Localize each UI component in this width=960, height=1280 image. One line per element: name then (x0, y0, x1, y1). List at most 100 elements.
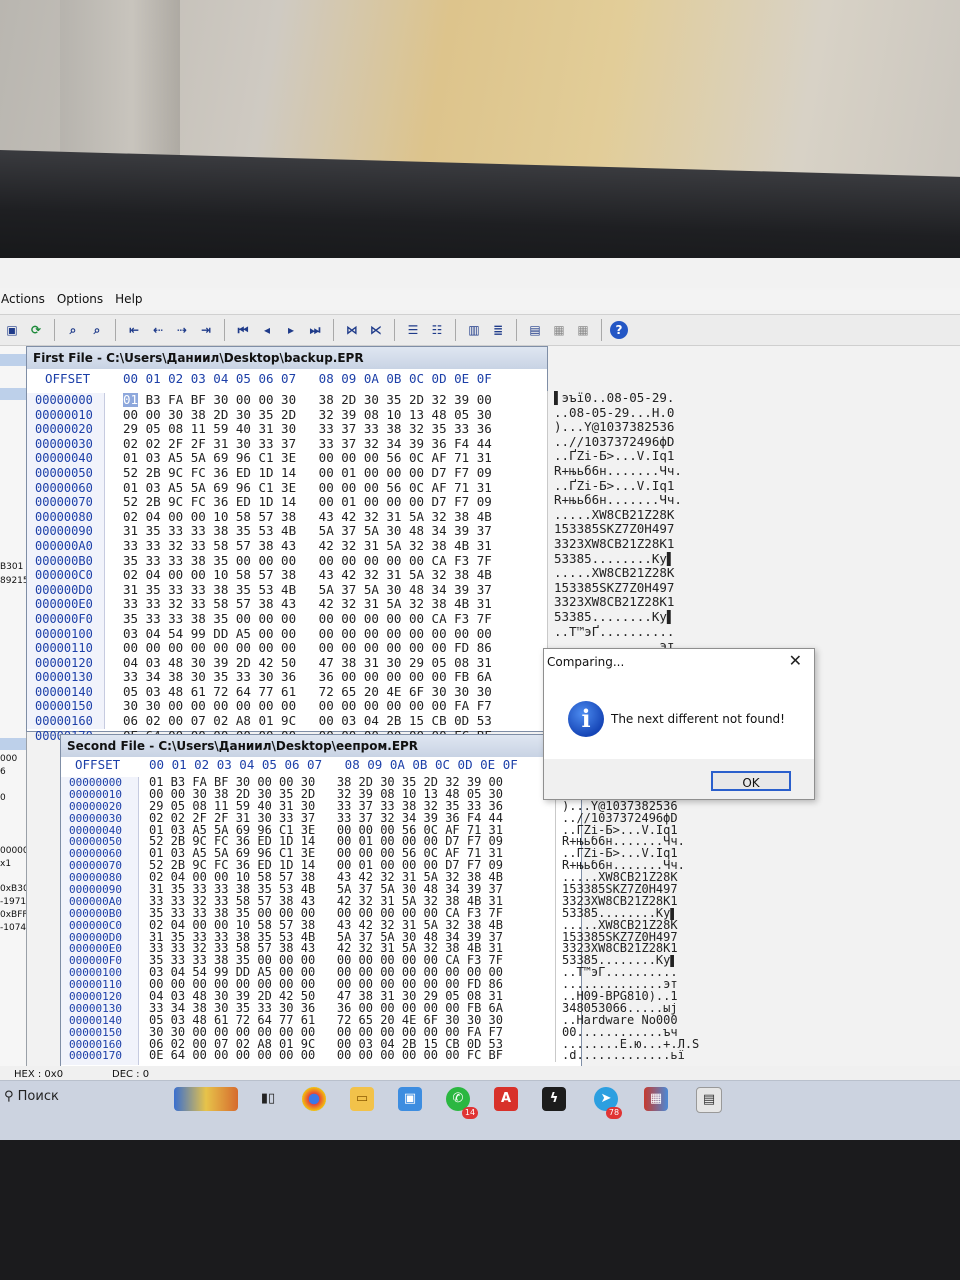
ok-button[interactable]: OK (711, 771, 791, 791)
hex-row: 02 04 00 00 10 58 57 38 43 42 32 31 5A 3… (123, 509, 492, 524)
winrar-icon[interactable]: ▦ (644, 1087, 668, 1111)
offset-cell: 00000130 (69, 1002, 122, 1015)
offset-cell: 00000090 (69, 884, 122, 896)
close-icon[interactable]: ✕ (789, 651, 802, 670)
ascii-row: 53385........Kу▌ (554, 609, 675, 624)
info-value: 0 (0, 793, 6, 803)
file-explorer-icon[interactable]: ▭ (350, 1087, 374, 1111)
refresh-icon[interactable]: ⟳ (26, 320, 46, 340)
menu-help[interactable]: Help (114, 292, 143, 306)
offset-column: 00000000 00000010 00000020 00000030 00000040… (61, 777, 139, 1065)
sync-icon[interactable]: ⋈ (342, 320, 362, 340)
ascii-row: R+њьб6н.......Чч. (554, 493, 682, 508)
info-value: -19711 (0, 897, 26, 907)
help-icon[interactable]: ? (610, 321, 628, 339)
hex-row: 31 35 33 33 38 35 53 4B 5A 37 5A 30 48 3… (149, 884, 504, 896)
column-header: 00 01 02 03 04 05 06 07 08 09 0A 0B 0C 0… (123, 371, 492, 386)
hex-row: 33 33 32 33 58 57 38 43 42 32 31 5A 32 3… (149, 943, 504, 956)
store-icon[interactable]: ▣ (398, 1087, 422, 1111)
hex-column[interactable]: 01 B3 FA BF 30 00 00 30 38 2D 30 35 2D 3… (149, 777, 503, 1062)
pdf-reader-icon[interactable]: A (494, 1087, 518, 1111)
hex-row: 04 03 48 30 39 2D 42 50 47 38 31 30 29 0… (149, 991, 504, 1003)
go-next-icon[interactable]: ▸ (281, 320, 301, 340)
widgets-icon[interactable] (174, 1087, 238, 1111)
offset-cell: 000000E0 (69, 943, 122, 956)
columns-icon[interactable]: ▥ (464, 320, 484, 340)
hex-column[interactable]: 01 B3 FA BF 30 00 00 30 38 2D 30 35 2D 3… (123, 393, 492, 743)
go-prev-icon[interactable]: ◂ (257, 320, 277, 340)
first-diff-icon[interactable]: ⇤ (124, 320, 144, 340)
find-icon[interactable]: ⌕ (63, 320, 83, 340)
chrome-icon[interactable] (302, 1087, 326, 1111)
offset-cell: 000000F0 (69, 955, 122, 968)
next-diff-icon[interactable]: ⇢ (172, 320, 192, 340)
hex-row: 00 00 00 00 00 00 00 00 00 00 00 00 00 0… (123, 641, 492, 656)
hex-row: 29 05 08 11 59 40 31 30 33 37 33 38 32 3… (123, 422, 492, 437)
find-next-icon[interactable]: ⌕ (87, 320, 107, 340)
go-start-icon[interactable]: ⏮ (233, 320, 253, 340)
menu-bar: Actions Options Help (0, 288, 960, 310)
hex-row: 02 04 00 00 10 58 57 38 43 42 32 31 5A 3… (149, 872, 504, 885)
info-value: 89215 (0, 576, 26, 586)
report-icon[interactable]: ▤ (525, 320, 545, 340)
hex-row: 31 35 33 33 38 35 53 4B 5A 37 5A 30 48 3… (149, 931, 504, 944)
print-preview-icon[interactable]: ▦ (573, 320, 593, 340)
ascii-row: .....XW8CB21Z28K (562, 919, 678, 932)
hex-row: 03 04 54 99 DD A5 00 00 00 00 00 00 00 0… (123, 626, 492, 641)
open-icon[interactable]: ▣ (2, 320, 22, 340)
comparing-dialog: Comparing... ✕ i The next different not … (543, 648, 815, 800)
offset-cell: 00000080 (69, 872, 122, 885)
hex-row: 01 B3 FA BF 30 00 00 30 38 2D 30 35 2D 3… (123, 393, 492, 407)
list-icon[interactable]: ≣ (488, 320, 508, 340)
ascii-row: ..ҐZi-Б>...V.Iq1 (562, 848, 678, 861)
unsync-icon[interactable]: ⋉ (366, 320, 386, 340)
hex-row: 33 34 38 30 35 33 30 36 36 00 00 00 00 0… (149, 1002, 504, 1015)
ascii-row: ..08-05-29...H.0 (554, 405, 675, 420)
go-end-icon[interactable]: ⏭ (305, 320, 325, 340)
second-file-title: Second File - C:\Users\Даниил\Desktop\ее… (61, 735, 581, 757)
offset-cell: 00000140 (69, 1014, 122, 1027)
offset-cell: 00000170 (69, 1050, 122, 1063)
toolbar-separator (115, 319, 116, 341)
info-row-highlight (0, 388, 26, 400)
task-view-icon[interactable]: ▮▯ (256, 1087, 280, 1111)
layout-vertical-icon[interactable]: ☷ (427, 320, 447, 340)
ascii-column[interactable]: ..08-05-29...H.0)...Y@1037382536..//1037… (555, 777, 699, 1063)
offset-cell: 00000160 (69, 1038, 122, 1051)
offset-cell: 000000E0 (35, 597, 93, 612)
offset-cell: 000000F0 (35, 611, 93, 626)
ascii-row: .....XW8CB21Z28K (554, 507, 675, 522)
offset-cell: 00000120 (69, 991, 122, 1003)
menu-actions[interactable]: Actions (0, 292, 46, 306)
hex-row: 06 02 00 07 02 A8 01 9C 00 03 04 2B 15 C… (123, 714, 492, 729)
dialog-footer: OK (544, 759, 814, 799)
hex-row: 52 2B 9C FC 36 ED 1D 14 00 01 00 00 00 D… (149, 860, 504, 873)
prev-diff-icon[interactable]: ⇠ (148, 320, 168, 340)
taskbar-search[interactable]: ⚲ Поиск (4, 1089, 59, 1104)
cursor-byte[interactable]: 01 (123, 393, 139, 407)
ascii-row: 153385SKZ7Z0H497 (562, 884, 678, 896)
offset-cell: 00000150 (35, 699, 93, 714)
hex-row: 30 30 00 00 00 00 00 00 00 00 00 00 00 0… (123, 699, 492, 714)
info-value: x1 (0, 859, 12, 869)
first-file-title: First File - C:\Users\Даниил\Desktop\bac… (27, 347, 547, 369)
offset-cell: 00000070 (69, 860, 122, 873)
layout-horizontal-icon[interactable]: ☰ (403, 320, 423, 340)
menu-options[interactable]: Options (56, 292, 104, 306)
ascii-row: ..//1037372496фD (554, 434, 675, 449)
hex-row: 01 B3 FA BF 30 00 00 30 38 2D 30 35 2D 3… (149, 777, 504, 789)
hex-compare-icon[interactable]: ▤ (696, 1087, 722, 1113)
info-value: 000 (0, 754, 18, 764)
offset-cell: 00000140 (35, 684, 93, 699)
last-diff-icon[interactable]: ⇥ (196, 320, 216, 340)
print-icon[interactable]: ▦ (549, 320, 569, 340)
info-value: 0xBFFAB301 (0, 910, 26, 920)
ascii-row: 00............ъч (562, 1026, 678, 1039)
ascii-row: R+њьб6н.......Чч. (554, 463, 682, 478)
hex-row: 52 2B 9C FC 36 ED 1D 14 00 01 00 00 00 D… (123, 495, 492, 510)
ascii-row: ..T™эҐ.......... (562, 967, 678, 980)
app-lightning-icon[interactable]: ϟ (542, 1087, 566, 1111)
offset-cell: 000000B0 (69, 907, 122, 920)
dialog-message: The next different not found! (611, 712, 785, 726)
hex-row: 33 33 32 33 58 57 38 43 42 32 31 5A 32 3… (123, 538, 492, 553)
